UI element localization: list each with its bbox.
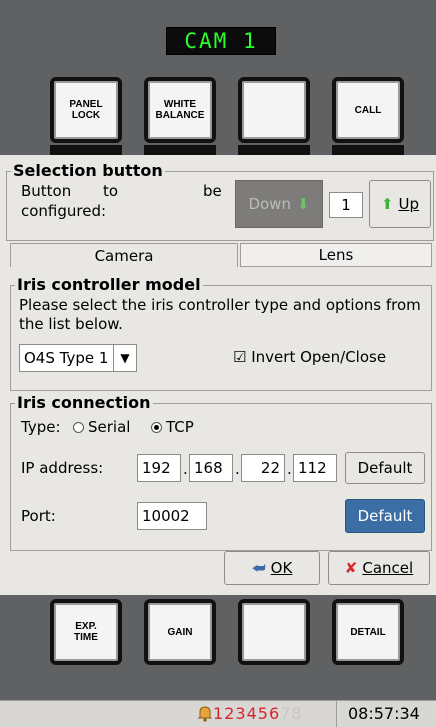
camera-number-list: 12345678 <box>213 704 303 723</box>
ip-octet-1[interactable]: 192 <box>137 454 181 482</box>
serial-label: Serial <box>88 418 131 436</box>
be-label-word: be <box>203 182 222 200</box>
tcp-label: TCP <box>166 418 194 436</box>
tab-camera[interactable]: Camera <box>10 243 238 267</box>
up-label: Up <box>398 195 420 213</box>
radio-selected-icon <box>151 422 162 433</box>
checkbox-checked-icon: ☑ <box>233 348 247 366</box>
tcp-radio[interactable]: TCP <box>151 418 194 436</box>
button-label-word: Button <box>21 182 72 200</box>
serial-radio[interactable]: Serial <box>73 418 130 436</box>
panel-lock-label: PANEL LOCK <box>69 99 103 121</box>
tab-lens-label: Lens <box>318 246 354 264</box>
exp-time-button[interactable]: EXP. TIME <box>50 599 122 665</box>
call-label: CALL <box>354 104 382 116</box>
down-label: Down <box>248 195 291 213</box>
ip-octet-2[interactable]: 168 <box>189 454 233 482</box>
cancel-label: Cancel <box>362 559 414 577</box>
white-balance-button[interactable]: WHITE BALANCE <box>144 77 216 143</box>
cancel-button[interactable]: ✘ Cancel <box>328 551 430 585</box>
down-button[interactable]: Down ⬇ <box>235 180 323 228</box>
ok-label: OK <box>270 559 293 577</box>
iris-connection-title: Iris connection <box>15 393 153 412</box>
camera-panel-bottom: EXP. TIME GAIN DETAIL <box>0 595 436 700</box>
iris-controller-description: Please select the iris controller type a… <box>19 296 421 333</box>
tab-lens[interactable]: Lens <box>240 243 432 267</box>
invert-label: Invert Open/Close <box>251 348 387 366</box>
detail-button[interactable]: DETAIL <box>332 599 404 665</box>
white-balance-label: WHITE BALANCE <box>155 99 205 121</box>
camera-number[interactable]: 5 <box>258 704 269 723</box>
camera-number[interactable]: 3 <box>235 704 246 723</box>
port-label: Port: <box>21 507 56 525</box>
call-button[interactable]: CALL <box>332 77 404 143</box>
tab-camera-label: Camera <box>94 246 154 265</box>
iris-type-value: O4S Type 1 <box>24 349 109 367</box>
bell-icon <box>197 705 213 722</box>
type-label: Type: <box>21 418 61 436</box>
iris-controller-title: Iris controller model <box>15 275 203 294</box>
iris-type-select[interactable]: O4S Type 1 ▼ <box>19 344 137 372</box>
clock-time: 08:57:34 <box>348 704 420 723</box>
detail-label: DETAIL <box>350 626 386 638</box>
lens-config-dialog: Selection button Button to be configured… <box>0 155 436 595</box>
blank-top-button[interactable] <box>238 77 310 143</box>
camera-panel-top: CAM 1 PANEL LOCK WHITE BALANCE CALL <box>0 0 436 157</box>
chevron-down-icon: ▼ <box>113 345 136 371</box>
invert-checkbox[interactable]: ☑ Invert Open/Close <box>233 348 386 366</box>
ip-octet-3[interactable]: 22 <box>241 454 285 482</box>
up-button[interactable]: ⬆ Up <box>369 180 431 228</box>
camera-number[interactable]: 1 <box>213 704 224 723</box>
ip-dot: . <box>287 460 292 478</box>
camera-number[interactable]: 8 <box>291 704 302 723</box>
ip-default-label: Default <box>357 459 413 477</box>
iris-connection-group: Iris connection Type: Serial TCP IP addr… <box>10 393 432 551</box>
selection-button-title: Selection button <box>11 161 165 180</box>
ok-icon: ⮨ <box>251 559 266 577</box>
camera-number[interactable]: 4 <box>247 704 258 723</box>
camera-number[interactable]: 7 <box>280 704 291 723</box>
button-number-field[interactable]: 1 <box>329 192 363 218</box>
down-arrow-icon: ⬇ <box>296 195 310 213</box>
camera-display: CAM 1 <box>166 27 276 55</box>
selection-button-group: Selection button Button to be configured… <box>6 161 434 241</box>
gain-label: GAIN <box>167 626 193 638</box>
ip-address-label: IP address: <box>21 459 104 477</box>
exp-time-label: EXP. TIME <box>74 621 98 643</box>
panel-lock-button[interactable]: PANEL LOCK <box>50 77 122 143</box>
up-arrow-icon: ⬆ <box>380 195 394 213</box>
port-field[interactable]: 10002 <box>137 502 207 530</box>
ip-dot: . <box>183 460 188 478</box>
camera-number[interactable]: 2 <box>224 704 235 723</box>
iris-controller-group: Iris controller model Please select the … <box>10 275 432 391</box>
ip-dot: . <box>235 460 240 478</box>
divider <box>336 701 337 727</box>
ip-octet-4[interactable]: 112 <box>293 454 337 482</box>
ok-button[interactable]: ⮨ OK <box>224 551 320 585</box>
ip-default-button[interactable]: Default <box>345 452 425 484</box>
port-default-label: Default <box>357 507 413 525</box>
radio-icon <box>73 422 84 433</box>
cancel-icon: ✘ <box>344 559 358 577</box>
blank-bottom-button[interactable] <box>238 599 310 665</box>
to-label-word: to <box>103 182 119 200</box>
camera-number[interactable]: 6 <box>269 704 280 723</box>
port-default-button[interactable]: Default <box>345 499 425 533</box>
configured-label: configured: <box>21 202 107 220</box>
gain-button[interactable]: GAIN <box>144 599 216 665</box>
status-bar: 12345678 08:57:34 <box>0 700 436 727</box>
